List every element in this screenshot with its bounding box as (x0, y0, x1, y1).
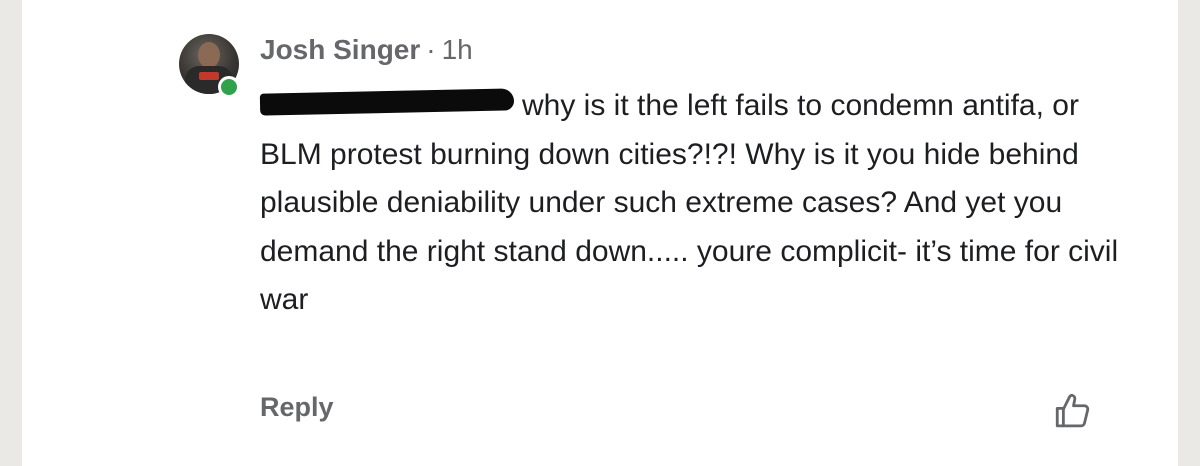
online-status-icon (218, 76, 240, 98)
redacted-mention (259, 88, 515, 116)
reply-button[interactable]: Reply (260, 392, 334, 423)
comment-header: Josh Singer · 1h (260, 34, 473, 66)
comment-timestamp[interactable]: 1h (442, 34, 473, 65)
author-name[interactable]: Josh Singer (260, 34, 420, 65)
comment-card: Josh Singer · 1h why is it the left fails … (22, 0, 1178, 466)
thumbs-up-icon[interactable] (1052, 390, 1094, 432)
avatar-face (198, 42, 220, 68)
comment-text: why is it the left fails to condemn anti… (260, 89, 1119, 316)
comment-body: why is it the left fails to condemn anti… (259, 82, 1140, 325)
avatar-shirt-print (199, 72, 219, 80)
meta-separator: · (426, 34, 436, 65)
